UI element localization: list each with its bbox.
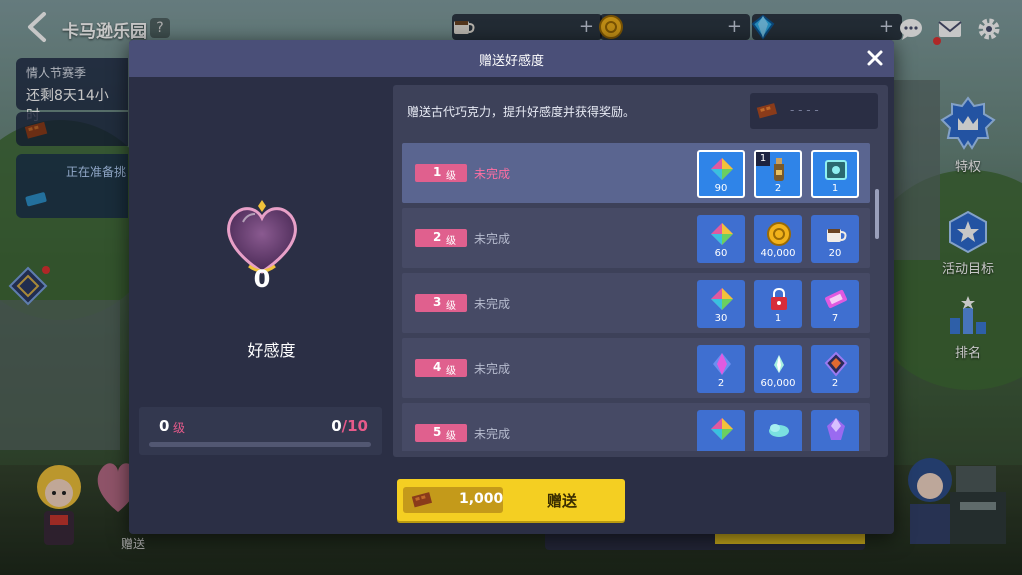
crystal-cube-icon [711, 418, 733, 440]
dialog-header: 赠送好感度 [129, 40, 894, 77]
dialog-title: 赠送好感度 [478, 54, 544, 69]
reward-row[interactable]: 1 级未完成 90 2 1 1 [402, 143, 870, 203]
reward-item[interactable]: 2 [697, 345, 745, 393]
affinity-progress-bar [149, 442, 371, 447]
reward-panel: 赠送古代巧克力，提升好感度并获得奖励。 - - - - 1 级未完成 90 2 1 1 2 级… [393, 85, 888, 457]
crystal-cube-icon [711, 223, 733, 245]
gear-chest-icon [825, 160, 847, 180]
reward-count: 20 [828, 248, 842, 259]
reward-row[interactable]: 4 级未完成 2 60,000 2 [402, 338, 870, 398]
level-number: 5 [433, 425, 442, 439]
level-unit: 级 [446, 301, 456, 312]
affinity-level-unit: 级 [173, 421, 186, 435]
blue-crystal-icon [713, 353, 731, 375]
reward-count: 2 [831, 378, 839, 389]
affinity-label: 好感度 [247, 341, 296, 360]
affinity-panel: 0 好感度 [139, 85, 382, 457]
reward-item[interactable]: 40,000 [754, 215, 802, 263]
row-status: 未完成 [474, 427, 511, 441]
reward-item[interactable] [754, 410, 802, 451]
crystal-cube-icon [711, 158, 733, 180]
chocolate-icon [756, 103, 778, 119]
reward-count: 7 [831, 313, 839, 324]
red-lock-icon [771, 287, 787, 310]
row-status: 未完成 [474, 297, 511, 311]
cloud-gem-icon [769, 424, 789, 437]
reward-count: 1 [774, 313, 782, 324]
reward-item[interactable]: 1 [754, 280, 802, 328]
reward-count: 90 [714, 183, 728, 194]
reward-item[interactable] [697, 410, 745, 451]
reward-item[interactable]: 30 [697, 280, 745, 328]
affinity-progress: 0/10 [331, 417, 368, 435]
reward-item[interactable]: 21 [754, 150, 802, 198]
dark-gem-icon [824, 351, 848, 377]
reward-corner-badge: 1 [756, 152, 770, 166]
reward-item[interactable]: 1 [811, 150, 859, 198]
chocolate-count: - - - - [790, 103, 819, 117]
reward-count: 60 [714, 248, 728, 259]
affinity-value: 0 [253, 265, 271, 293]
reward-count: 60,000 [760, 378, 796, 389]
level-number: 1 [433, 165, 442, 179]
gift-affinity-dialog: 赠送好感度 0 好感度 0 级 0/10 赠送古代巧克力，提升好感度并获得奖励。… [129, 40, 894, 534]
affinity-level-box: 0 级 0/10 [139, 407, 382, 455]
gift-button-label: 赠送 [546, 492, 577, 510]
level-unit: 级 [446, 171, 456, 182]
reward-item[interactable] [811, 410, 859, 451]
reward-row[interactable]: 2 级未完成 60 40,000 20 [402, 208, 870, 268]
level-badge: 3级 [415, 294, 467, 312]
close-button[interactable] [864, 47, 886, 69]
level-unit: 级 [446, 236, 456, 247]
affinity-progress-current: 0 [331, 417, 342, 435]
ticket-icon [825, 289, 847, 309]
gift-cost: 1,000 [459, 491, 504, 507]
reward-row[interactable]: 5 级未完成 [402, 403, 870, 451]
level-badge: 2级 [415, 229, 467, 247]
gift-cost-box: 1,000 [403, 487, 503, 513]
scrollbar[interactable] [875, 189, 879, 239]
gift-button[interactable]: 1,000 赠送 [397, 479, 625, 521]
affinity-level: 0 [159, 417, 170, 435]
gold-coin-icon [767, 222, 791, 246]
reward-item[interactable]: 20 [811, 215, 859, 263]
reward-count: 2 [774, 183, 782, 194]
reward-item[interactable]: 7 [811, 280, 859, 328]
small-gem-icon [774, 355, 784, 373]
reward-count: 1 [831, 183, 839, 194]
level-number: 4 [433, 360, 442, 374]
close-icon [867, 50, 883, 66]
chocolate-icon [411, 492, 433, 508]
row-status: 未完成 [474, 362, 511, 376]
crystal-cube-icon [711, 288, 733, 310]
level-badge: 5级 [415, 424, 467, 442]
affinity-progress-max: /10 [341, 417, 368, 435]
level-number: 2 [433, 230, 442, 244]
row-status: 未完成 [474, 167, 511, 181]
chocolate-count-box: - - - - [750, 93, 878, 129]
reward-item[interactable]: 2 [811, 345, 859, 393]
level-badge: 1级 [415, 164, 467, 182]
gift-description: 赠送古代巧克力，提升好感度并获得奖励。 [407, 105, 636, 119]
reward-item[interactable]: 90 [697, 150, 745, 198]
reward-list[interactable]: 1 级未完成 90 2 1 1 2 级未完成 60 40,000 20 3 级未完成 30 1 7 4 级未完成 2… [402, 143, 872, 451]
coffee-icon [827, 229, 847, 242]
level-unit: 级 [446, 431, 456, 442]
level-badge: 4级 [415, 359, 467, 377]
level-number: 3 [433, 295, 442, 309]
reward-count: 40,000 [760, 248, 796, 259]
reward-count: 30 [714, 313, 728, 324]
level-unit: 级 [446, 366, 456, 377]
row-status: 未完成 [474, 232, 511, 246]
reward-row[interactable]: 3 级未完成 30 1 7 [402, 273, 870, 333]
purple-gem-icon [827, 418, 845, 440]
reward-item[interactable]: 60,000 [754, 345, 802, 393]
reward-item[interactable]: 60 [697, 215, 745, 263]
reward-count: 2 [717, 378, 725, 389]
